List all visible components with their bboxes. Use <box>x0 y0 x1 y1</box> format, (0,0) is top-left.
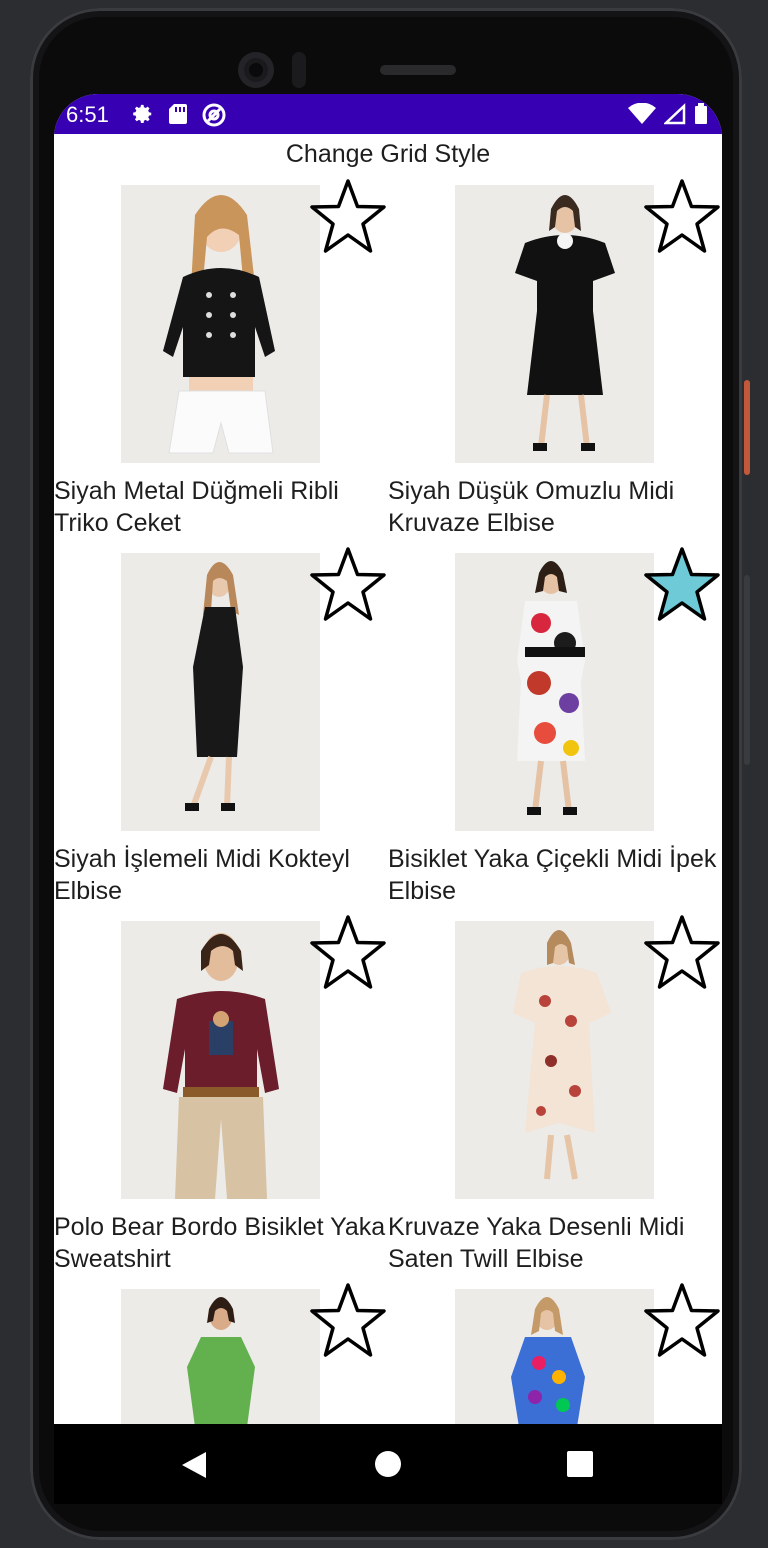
back-icon[interactable] <box>180 1450 208 1480</box>
star-icon[interactable] <box>307 177 389 259</box>
product-name: Siyah Düşük Omuzlu Midi Kruvaze Elbise <box>388 477 675 537</box>
product-image[interactable] <box>121 921 320 1199</box>
volume-button[interactable] <box>744 575 750 765</box>
product-image[interactable] <box>455 921 654 1199</box>
change-grid-style-button[interactable]: Change Grid Style <box>54 140 722 169</box>
product-name: Siyah İşlemeli Midi Kokteyl Elbise <box>54 845 350 905</box>
wifi-icon <box>628 103 656 124</box>
star-icon[interactable] <box>641 913 722 995</box>
earpiece-speaker <box>380 65 456 75</box>
star-icon[interactable] <box>641 177 722 259</box>
vpn-icon <box>202 103 226 127</box>
product-name: Bisiklet Yaka Çiçekli Midi İpek Elbise <box>388 845 717 905</box>
star-icon[interactable] <box>307 545 389 627</box>
star-icon[interactable] <box>641 1281 722 1363</box>
product-image[interactable] <box>121 185 320 463</box>
product-image[interactable] <box>455 553 654 831</box>
proximity-sensor <box>292 52 306 88</box>
product-name: Polo Bear Bordo Bisiklet Yaka Sweatshirt <box>54 1213 386 1273</box>
settings-icon <box>133 104 152 123</box>
product-name: Kruvaze Yaka Desenli Midi Saten Twill El… <box>388 1213 685 1273</box>
home-icon[interactable] <box>374 1450 402 1478</box>
power-button[interactable] <box>744 380 750 475</box>
status-time: 6:51 <box>66 102 109 127</box>
status-bar: 6:51 <box>54 94 722 134</box>
star-icon[interactable] <box>307 913 389 995</box>
star-icon[interactable] <box>641 545 722 627</box>
product-image[interactable] <box>121 553 320 831</box>
app-screen: 6:51 Change Grid Style Siyah Metal Düğme… <box>54 94 722 1504</box>
star-icon[interactable] <box>307 1281 389 1363</box>
product-name: Siyah Metal Düğmeli Ribli Triko Ceket <box>54 477 339 537</box>
navigation-bar <box>54 1424 722 1504</box>
front-camera <box>238 52 274 88</box>
product-list: Change Grid Style Siyah Metal Düğmeli Ri <box>54 134 722 1504</box>
battery-icon <box>695 103 707 124</box>
sd-card-icon <box>169 104 187 124</box>
recents-icon[interactable] <box>566 1450 594 1478</box>
product-image[interactable] <box>455 185 654 463</box>
signal-icon <box>664 103 686 125</box>
